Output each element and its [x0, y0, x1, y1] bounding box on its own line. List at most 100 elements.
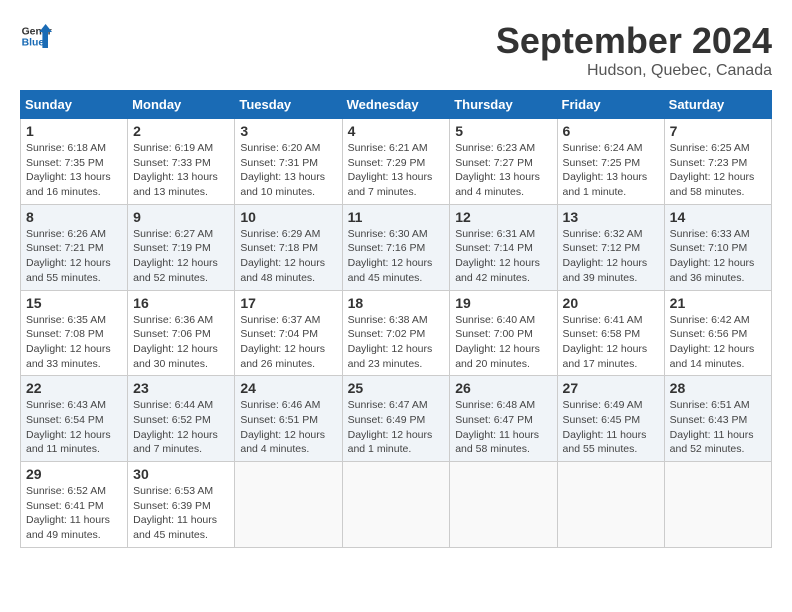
day-number: 7 — [670, 123, 766, 139]
calendar-cell: 19Sunrise: 6:40 AM Sunset: 7:00 PM Dayli… — [450, 290, 557, 376]
calendar-week-4: 22 Sunrise: 6:43 AM Sunset: 6:54 PM Dayli… — [21, 376, 772, 462]
col-thursday: Thursday — [450, 91, 557, 119]
day-number: 22 — [26, 380, 122, 396]
location: Hudson, Quebec, Canada — [496, 62, 772, 80]
col-tuesday: Tuesday — [235, 91, 342, 119]
day-number: 30 — [133, 466, 229, 482]
day-info: Sunrise: 6:20 AM Sunset: 7:31 PM Dayligh… — [240, 141, 336, 200]
day-number: 25 — [348, 380, 445, 396]
day-info: Sunrise: 6:26 AM Sunset: 7:21 PM Dayligh… — [26, 227, 122, 286]
calendar-cell — [557, 462, 664, 548]
calendar-cell: 29 Sunrise: 6:52 AM Sunset: 6:41 PM Dayli… — [21, 462, 128, 548]
day-info: Sunrise: 6:48 AM Sunset: 6:47 PM Dayligh… — [455, 398, 551, 457]
day-number: 16 — [133, 295, 229, 311]
calendar-cell: 27 Sunrise: 6:49 AM Sunset: 6:45 PM Dayli… — [557, 376, 664, 462]
calendar-cell: 16 Sunrise: 6:36 AM Sunset: 7:06 PM Dayli… — [128, 290, 235, 376]
col-saturday: Saturday — [664, 91, 771, 119]
calendar-cell: 4 Sunrise: 6:21 AM Sunset: 7:29 PM Daylig… — [342, 119, 450, 205]
calendar-cell: 11 Sunrise: 6:30 AM Sunset: 7:16 PM Dayli… — [342, 204, 450, 290]
col-sunday: Sunday — [21, 91, 128, 119]
day-number: 6 — [563, 123, 659, 139]
calendar-cell: 9Sunrise: 6:27 AM Sunset: 7:19 PM Daylig… — [128, 204, 235, 290]
day-number: 12 — [455, 209, 551, 225]
svg-text:Blue: Blue — [22, 38, 45, 49]
day-number: 15 — [26, 295, 122, 311]
day-number: 13 — [563, 209, 659, 225]
calendar-cell: 12 Sunrise: 6:31 AM Sunset: 7:14 PM Dayli… — [450, 204, 557, 290]
day-info: Sunrise: 6:49 AM Sunset: 6:45 PM Dayligh… — [563, 398, 659, 457]
logo: General Blue — [20, 20, 52, 52]
calendar-week-1: 1 Sunrise: 6:18 AM Sunset: 7:35 PM Daylig… — [21, 119, 772, 205]
day-number: 18 — [348, 295, 445, 311]
day-number: 26 — [455, 380, 551, 396]
calendar-header-row: Sunday Monday Tuesday Wednesday Thursday… — [21, 91, 772, 119]
day-info: Sunrise: 6:19 AM Sunset: 7:33 PM Dayligh… — [133, 141, 229, 200]
day-number: 29 — [26, 466, 122, 482]
calendar-cell: 8 Sunrise: 6:26 AM Sunset: 7:21 PM Daylig… — [21, 204, 128, 290]
calendar-cell: 10Sunrise: 6:29 AM Sunset: 7:18 PM Dayli… — [235, 204, 342, 290]
calendar-cell: 22 Sunrise: 6:43 AM Sunset: 6:54 PM Dayli… — [21, 376, 128, 462]
day-number: 20 — [563, 295, 659, 311]
calendar-cell: 25 Sunrise: 6:47 AM Sunset: 6:49 PM Dayli… — [342, 376, 450, 462]
day-number: 28 — [670, 380, 766, 396]
logo-icon: General Blue — [20, 20, 52, 52]
calendar-cell — [235, 462, 342, 548]
calendar-cell — [342, 462, 450, 548]
day-number: 5 — [455, 123, 551, 139]
day-number: 1 — [26, 123, 122, 139]
day-info: Sunrise: 6:35 AM Sunset: 7:08 PM Dayligh… — [26, 313, 122, 372]
day-info: Sunrise: 6:23 AM Sunset: 7:27 PM Dayligh… — [455, 141, 551, 200]
calendar-cell: 17Sunrise: 6:37 AM Sunset: 7:04 PM Dayli… — [235, 290, 342, 376]
day-info: Sunrise: 6:47 AM Sunset: 6:49 PM Dayligh… — [348, 398, 445, 457]
calendar-cell: 23Sunrise: 6:44 AM Sunset: 6:52 PM Dayli… — [128, 376, 235, 462]
calendar-cell: 20 Sunrise: 6:41 AM Sunset: 6:58 PM Dayli… — [557, 290, 664, 376]
page-header: General Blue September 2024 Hudson, Queb… — [20, 20, 772, 80]
day-info: Sunrise: 6:52 AM Sunset: 6:41 PM Dayligh… — [26, 484, 122, 543]
day-info: Sunrise: 6:32 AM Sunset: 7:12 PM Dayligh… — [563, 227, 659, 286]
day-info: Sunrise: 6:36 AM Sunset: 7:06 PM Dayligh… — [133, 313, 229, 372]
col-wednesday: Wednesday — [342, 91, 450, 119]
day-number: 3 — [240, 123, 336, 139]
calendar-cell: 26 Sunrise: 6:48 AM Sunset: 6:47 PM Dayli… — [450, 376, 557, 462]
day-info: Sunrise: 6:31 AM Sunset: 7:14 PM Dayligh… — [455, 227, 551, 286]
day-info: Sunrise: 6:18 AM Sunset: 7:35 PM Dayligh… — [26, 141, 122, 200]
day-number: 4 — [348, 123, 445, 139]
day-info: Sunrise: 6:21 AM Sunset: 7:29 PM Dayligh… — [348, 141, 445, 200]
day-info: Sunrise: 6:33 AM Sunset: 7:10 PM Dayligh… — [670, 227, 766, 286]
month-title: September 2024 — [496, 20, 772, 62]
calendar-cell: 30 Sunrise: 6:53 AM Sunset: 6:39 PM Dayli… — [128, 462, 235, 548]
calendar-cell: 5 Sunrise: 6:23 AM Sunset: 7:27 PM Daylig… — [450, 119, 557, 205]
day-info: Sunrise: 6:42 AM Sunset: 6:56 PM Dayligh… — [670, 313, 766, 372]
day-info: Sunrise: 6:44 AM Sunset: 6:52 PM Dayligh… — [133, 398, 229, 457]
day-number: 8 — [26, 209, 122, 225]
day-info: Sunrise: 6:25 AM Sunset: 7:23 PM Dayligh… — [670, 141, 766, 200]
calendar-cell: 15 Sunrise: 6:35 AM Sunset: 7:08 PM Dayli… — [21, 290, 128, 376]
title-section: September 2024 Hudson, Quebec, Canada — [496, 20, 772, 80]
day-number: 11 — [348, 209, 445, 225]
calendar-cell: 7 Sunrise: 6:25 AM Sunset: 7:23 PM Daylig… — [664, 119, 771, 205]
day-info: Sunrise: 6:41 AM Sunset: 6:58 PM Dayligh… — [563, 313, 659, 372]
calendar-table: Sunday Monday Tuesday Wednesday Thursday… — [20, 90, 772, 548]
col-monday: Monday — [128, 91, 235, 119]
day-info: Sunrise: 6:30 AM Sunset: 7:16 PM Dayligh… — [348, 227, 445, 286]
day-info: Sunrise: 6:43 AM Sunset: 6:54 PM Dayligh… — [26, 398, 122, 457]
calendar-cell — [450, 462, 557, 548]
day-info: Sunrise: 6:38 AM Sunset: 7:02 PM Dayligh… — [348, 313, 445, 372]
day-number: 21 — [670, 295, 766, 311]
calendar-cell: 24Sunrise: 6:46 AM Sunset: 6:51 PM Dayli… — [235, 376, 342, 462]
calendar-week-5: 29 Sunrise: 6:52 AM Sunset: 6:41 PM Dayli… — [21, 462, 772, 548]
calendar-cell: 18 Sunrise: 6:38 AM Sunset: 7:02 PM Dayli… — [342, 290, 450, 376]
day-info: Sunrise: 6:40 AM Sunset: 7:00 PM Dayligh… — [455, 313, 551, 372]
calendar-cell — [664, 462, 771, 548]
day-info: Sunrise: 6:53 AM Sunset: 6:39 PM Dayligh… — [133, 484, 229, 543]
calendar-cell: 2Sunrise: 6:19 AM Sunset: 7:33 PM Daylig… — [128, 119, 235, 205]
day-number: 24 — [240, 380, 336, 396]
calendar-week-3: 15 Sunrise: 6:35 AM Sunset: 7:08 PM Dayli… — [21, 290, 772, 376]
day-info: Sunrise: 6:29 AM Sunset: 7:18 PM Dayligh… — [240, 227, 336, 286]
calendar-cell: 3 Sunrise: 6:20 AM Sunset: 7:31 PM Daylig… — [235, 119, 342, 205]
day-number: 27 — [563, 380, 659, 396]
day-number: 14 — [670, 209, 766, 225]
day-info: Sunrise: 6:27 AM Sunset: 7:19 PM Dayligh… — [133, 227, 229, 286]
calendar-cell: 13 Sunrise: 6:32 AM Sunset: 7:12 PM Dayli… — [557, 204, 664, 290]
day-info: Sunrise: 6:51 AM Sunset: 6:43 PM Dayligh… — [670, 398, 766, 457]
